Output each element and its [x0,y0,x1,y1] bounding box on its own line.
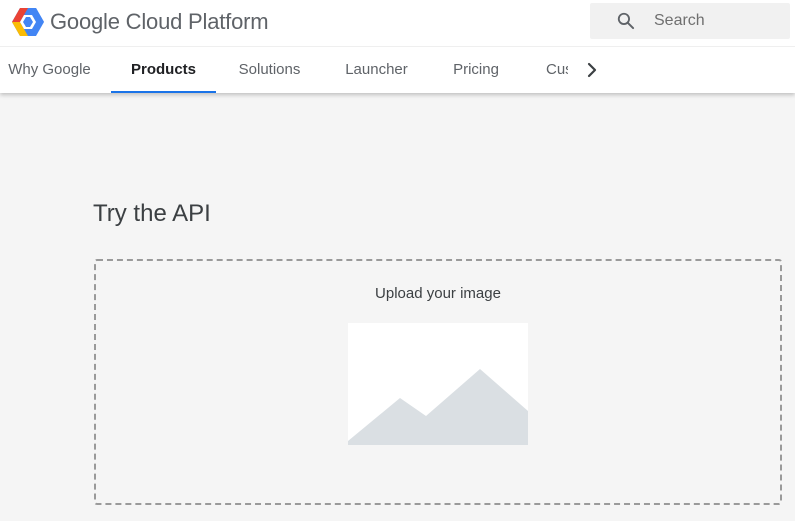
tab-customers-truncated[interactable]: Cus [546,47,568,93]
gcp-hexagon-logo-icon [12,8,44,36]
tab-why-google[interactable]: Why Google [0,47,99,93]
image-upload-dropzone[interactable]: Upload your image [94,259,782,505]
product-nav-tabs: Why Google Products Solutions Launcher P… [0,46,795,94]
search-box[interactable] [590,3,790,39]
brand-logo[interactable]: Google Cloud Platform [12,7,269,37]
tab-overflow-clip: Cus [546,47,568,93]
tab-pricing[interactable]: Pricing [440,47,512,93]
tab-products[interactable]: Products [111,47,216,93]
search-icon[interactable] [616,11,636,31]
tab-launcher[interactable]: Launcher [333,47,420,93]
brand-name: Google Cloud Platform [50,9,269,34]
main-content: Try the API Upload your image [0,93,795,521]
image-placeholder-icon [348,323,528,445]
search-input[interactable] [654,3,784,39]
tab-solutions[interactable]: Solutions [226,47,313,93]
upload-label: Upload your image [375,285,501,302]
top-header: Google Cloud Platform Why Google Product… [0,0,795,93]
chevron-right-icon[interactable] [580,58,604,82]
section-title: Try the API [93,200,211,227]
